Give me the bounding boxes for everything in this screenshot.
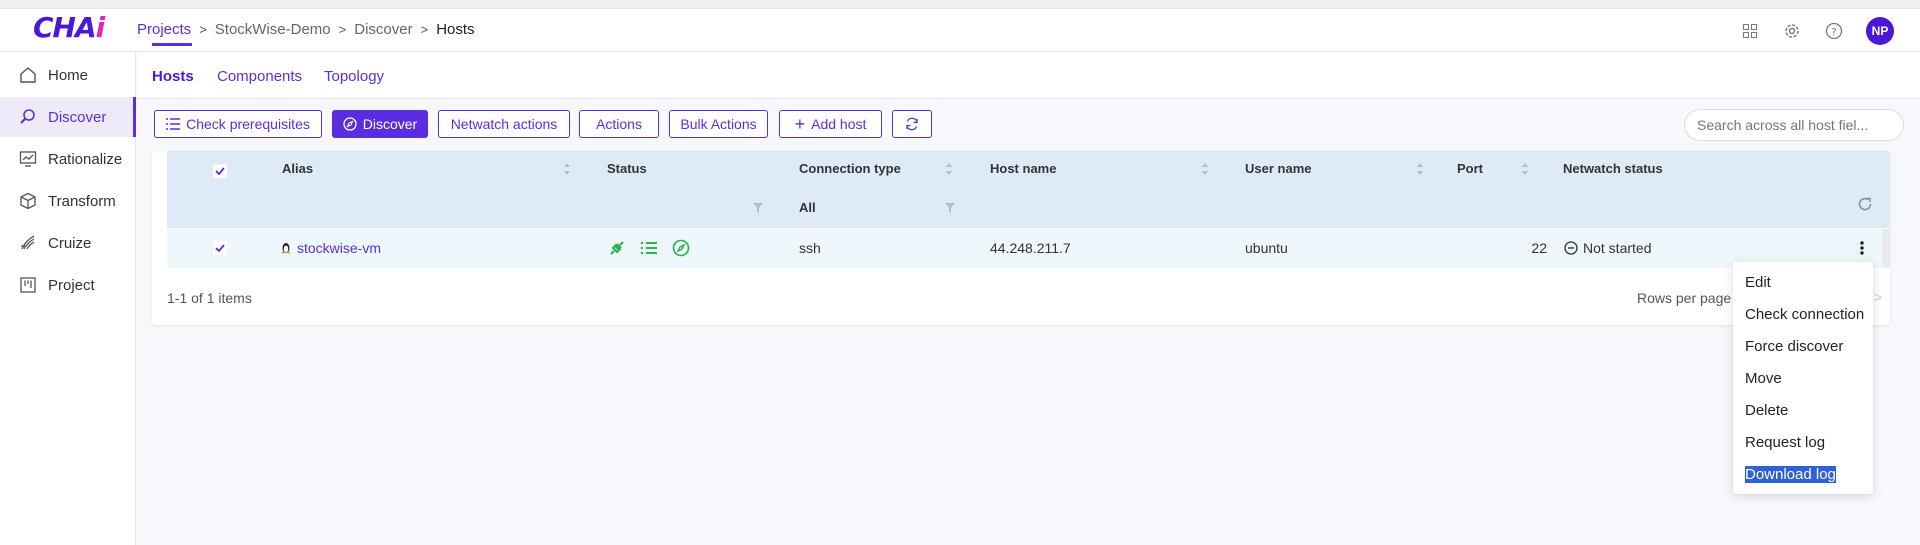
app-logo[interactable]: CHAi bbox=[33, 11, 105, 44]
tab-topology[interactable]: Topology bbox=[324, 68, 384, 85]
row-context-menu: Edit Check connection Force discover Mov… bbox=[1733, 262, 1873, 494]
column-header-port[interactable]: Port bbox=[1457, 161, 1483, 176]
tab-components[interactable]: Components bbox=[217, 68, 302, 85]
apps-grid-icon[interactable] bbox=[1740, 21, 1760, 41]
table-header: Alias Status Connection type All Host na… bbox=[167, 151, 1890, 228]
sidebar-item-home[interactable]: Home bbox=[0, 55, 136, 95]
port-cell: 22 bbox=[1531, 240, 1547, 256]
chevron-right-icon: > bbox=[338, 22, 347, 37]
top-strip bbox=[0, 0, 1920, 9]
column-header-host-name[interactable]: Host name bbox=[990, 161, 1056, 176]
list-icon bbox=[166, 118, 181, 130]
compass-icon bbox=[343, 117, 357, 131]
netwatch-actions-button[interactable]: Netwatch actions bbox=[438, 110, 570, 138]
hosts-table-card: Alias Status Connection type All Host na… bbox=[152, 151, 1890, 325]
sidebar-item-label: Cruize bbox=[48, 234, 92, 252]
sort-icon[interactable] bbox=[563, 162, 571, 176]
sidebar: Home Discover Rationalize Transform Crui… bbox=[0, 53, 136, 545]
netwatch-status-cell: Not started bbox=[1583, 240, 1652, 256]
pagination-count: 1-1 of 1 items bbox=[167, 290, 252, 306]
sort-icon[interactable] bbox=[945, 162, 953, 176]
sidebar-item-transform[interactable]: Transform bbox=[0, 181, 136, 221]
header-actions: ? NP bbox=[1740, 9, 1920, 52]
table-scrollbar[interactable] bbox=[1882, 229, 1890, 267]
column-header-alias[interactable]: Alias bbox=[282, 161, 313, 176]
refresh-icon bbox=[905, 117, 919, 131]
menu-item-edit[interactable]: Edit bbox=[1745, 274, 1771, 291]
actions-button[interactable]: Actions bbox=[579, 110, 659, 138]
column-header-user-name[interactable]: User name bbox=[1245, 161, 1311, 176]
row-checkbox[interactable] bbox=[213, 241, 227, 255]
breadcrumb-discover[interactable]: Discover bbox=[354, 21, 412, 38]
active-tab-indicator bbox=[152, 43, 192, 46]
breadcrumb: Projects > StockWise-Demo > Discover > H… bbox=[137, 21, 475, 38]
sidebar-item-project[interactable]: Project bbox=[0, 265, 136, 305]
plug-connected-icon[interactable] bbox=[608, 239, 626, 260]
column-header-status: Status bbox=[607, 161, 647, 176]
sidebar-item-discover[interactable]: Discover bbox=[0, 97, 136, 137]
select-all-checkbox[interactable] bbox=[213, 164, 227, 178]
user-name-cell: ubuntu bbox=[1245, 240, 1288, 256]
discover-compass-icon[interactable] bbox=[672, 239, 690, 260]
sidebar-item-label: Project bbox=[48, 276, 95, 294]
column-header-connection-type[interactable]: Connection type bbox=[799, 161, 901, 176]
table-row[interactable]: stockwise-vm ssh 44.248.211.7 ubuntu 22 … bbox=[167, 229, 1890, 268]
rows-per-page-label: Rows per page bbox=[1637, 290, 1732, 306]
sidebar-item-label: Discover bbox=[48, 108, 107, 126]
menu-item-move[interactable]: Move bbox=[1745, 370, 1782, 387]
bulk-actions-button[interactable]: Bulk Actions bbox=[669, 110, 768, 138]
menu-item-delete[interactable]: Delete bbox=[1745, 402, 1788, 419]
chevron-right-icon: > bbox=[199, 22, 207, 37]
check-prerequisites-button[interactable]: Check prerequisites bbox=[154, 110, 322, 138]
connection-type-cell: ssh bbox=[799, 240, 821, 256]
more-options-icon[interactable] bbox=[1859, 240, 1865, 259]
refresh-icon[interactable] bbox=[1857, 196, 1873, 212]
avatar[interactable]: NP bbox=[1866, 16, 1894, 45]
project-icon bbox=[18, 275, 38, 295]
add-host-button[interactable]: + Add host bbox=[779, 110, 882, 138]
menu-item-check-connection[interactable]: Check connection bbox=[1745, 306, 1864, 323]
breadcrumb-hosts: Hosts bbox=[436, 21, 475, 38]
sidebar-item-cruize[interactable]: Cruize bbox=[0, 223, 136, 263]
app-header: CHAi Projects > StockWise-Demo > Discove… bbox=[0, 9, 1920, 52]
transform-icon bbox=[18, 191, 38, 211]
chevron-right-icon[interactable]: > bbox=[1874, 289, 1882, 305]
discover-button[interactable]: Discover bbox=[332, 110, 428, 138]
help-icon[interactable]: ? bbox=[1824, 21, 1844, 41]
menu-item-download-log[interactable]: Download log bbox=[1745, 466, 1836, 483]
rationalize-icon bbox=[18, 149, 38, 169]
linux-icon bbox=[281, 241, 291, 257]
sidebar-item-label: Transform bbox=[48, 192, 116, 210]
filter-icon[interactable] bbox=[753, 203, 763, 213]
sort-icon[interactable] bbox=[1416, 162, 1424, 176]
not-started-icon bbox=[1564, 241, 1578, 258]
discover-icon bbox=[18, 107, 38, 127]
connection-type-filter-value[interactable]: All bbox=[799, 200, 816, 215]
home-icon bbox=[18, 65, 38, 85]
host-name-cell: 44.248.211.7 bbox=[990, 240, 1071, 256]
chevron-right-icon: > bbox=[420, 22, 429, 37]
tab-bar: Hosts Components Topology bbox=[137, 53, 1920, 99]
gear-icon[interactable] bbox=[1782, 21, 1802, 41]
cruize-icon bbox=[18, 233, 38, 253]
filter-icon[interactable] bbox=[945, 203, 955, 213]
sidebar-item-label: Home bbox=[48, 66, 89, 84]
menu-item-request-log[interactable]: Request log bbox=[1745, 434, 1825, 451]
breadcrumb-project[interactable]: StockWise-Demo bbox=[215, 21, 331, 38]
column-header-netwatch-status: Netwatch status bbox=[1563, 161, 1663, 176]
sidebar-item-rationalize[interactable]: Rationalize bbox=[0, 139, 136, 179]
menu-item-force-discover[interactable]: Force discover bbox=[1745, 338, 1843, 355]
refresh-button[interactable] bbox=[892, 110, 932, 138]
host-alias-link[interactable]: stockwise-vm bbox=[297, 240, 381, 256]
plus-icon: + bbox=[794, 113, 806, 134]
prerequisites-list-icon[interactable] bbox=[640, 239, 658, 260]
sidebar-item-label: Rationalize bbox=[48, 150, 123, 168]
tab-hosts[interactable]: Hosts bbox=[152, 68, 194, 85]
breadcrumb-projects[interactable]: Projects bbox=[137, 21, 191, 38]
sort-icon[interactable] bbox=[1521, 162, 1529, 176]
search-input[interactable] bbox=[1684, 109, 1904, 141]
sort-icon[interactable] bbox=[1201, 162, 1209, 176]
svg-text:?: ? bbox=[1831, 27, 1836, 38]
